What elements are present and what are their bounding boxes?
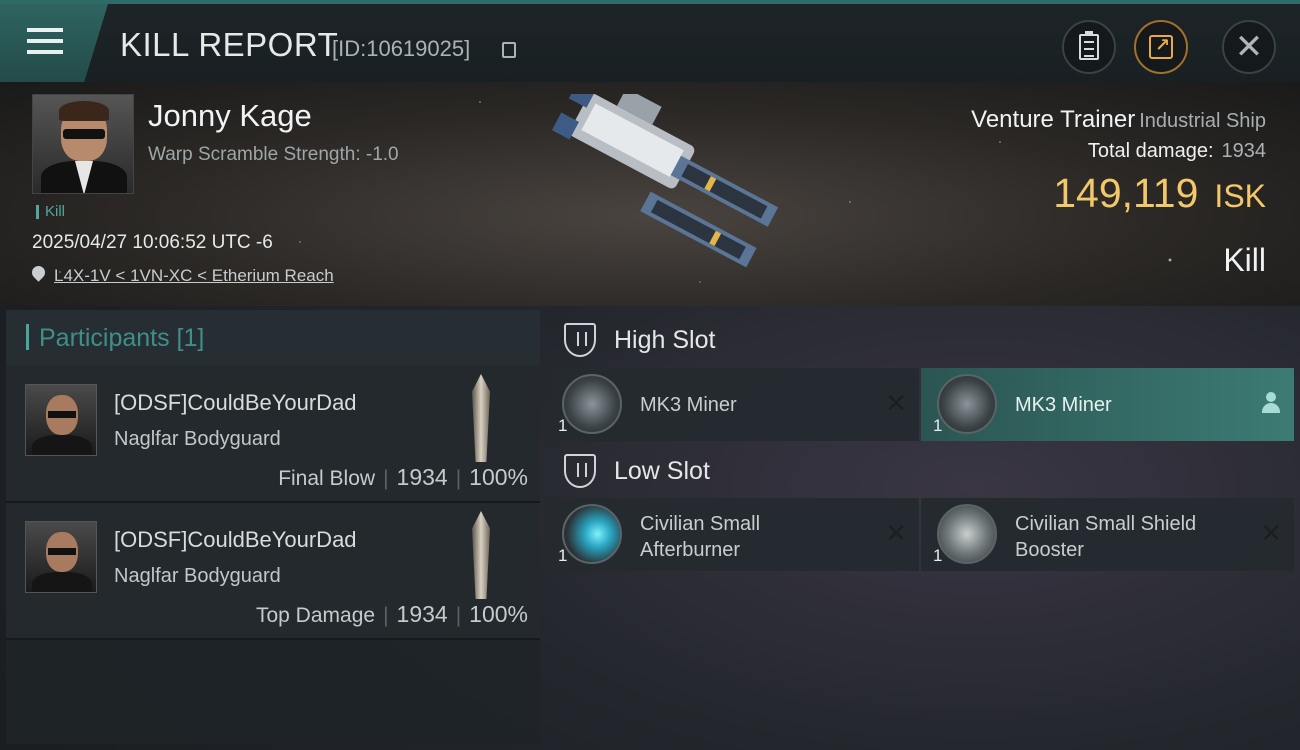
participant-ship-icon xyxy=(472,511,490,599)
destroyed-icon: ✕ xyxy=(885,518,907,548)
clipboard-icon xyxy=(1079,31,1099,60)
victim-ship[interactable]: Venture Trainer Industrial Ship xyxy=(971,106,1266,134)
participant-stats: Top Damage | 1934 | 100% xyxy=(255,601,528,627)
warp-scramble-strength: Warp Scramble Strength: -1.0 xyxy=(148,144,399,165)
destroyed-icon: ✕ xyxy=(885,388,907,418)
module-slot-low-1[interactable]: 1 Civilian Small Afterburner ✕ xyxy=(546,498,919,571)
module-quantity: 1 xyxy=(933,416,943,435)
participant-role: Final Blow xyxy=(278,467,376,490)
module-quantity: 1 xyxy=(933,546,943,565)
module-name: Civilian Small Shield Booster xyxy=(1015,511,1196,563)
module-name-line1: Civilian Small Shield xyxy=(1015,513,1197,535)
menu-button[interactable] xyxy=(0,4,108,82)
isk-unit: ISK xyxy=(1214,178,1266,214)
participant-damage: 1934 xyxy=(396,601,448,627)
participant-avatar[interactable] xyxy=(25,521,97,593)
shield-booster-icon xyxy=(937,504,997,564)
module-slot-high-1[interactable]: 1 MK3 Miner ✕ xyxy=(546,368,919,441)
module-name: MK3 Miner xyxy=(1015,394,1112,416)
result-label: Kill xyxy=(1223,242,1266,278)
kill-report-window: KILL REPORT [ID:10619025] ✕ Jonny Kage W… xyxy=(0,0,1300,750)
participant-stats: Final Blow | 1934 | 100% xyxy=(278,464,528,490)
victim-avatar[interactable] xyxy=(32,94,134,194)
module-name-line2: Afterburner xyxy=(640,539,741,561)
kill-datetime: 2025/04/27 10:06:52 UTC -6 xyxy=(32,232,273,253)
page-title: KILL REPORT xyxy=(120,26,339,63)
participant-name: [ODSF]CouldBeYourDad xyxy=(114,390,357,415)
victim-panel: Jonny Kage Warp Scramble Strength: -1.0 … xyxy=(0,82,1300,306)
person-icon xyxy=(1262,392,1280,414)
victim-ship-class: Industrial Ship xyxy=(1139,110,1266,132)
module-name: MK3 Miner xyxy=(640,394,737,416)
participants-title: Participants [1] xyxy=(39,324,205,352)
high-slot-icon xyxy=(564,323,596,357)
close-icon: ✕ xyxy=(1234,28,1264,66)
module-slot-high-2[interactable]: 1 MK3 Miner xyxy=(921,368,1294,441)
header-bar: KILL REPORT [ID:10619025] ✕ xyxy=(0,0,1300,82)
module-name-line2: Booster xyxy=(1015,539,1084,561)
miner-icon xyxy=(937,374,997,434)
isk-value: 149,119 ISK xyxy=(1053,170,1266,217)
export-icon xyxy=(1149,35,1173,59)
high-slot-title: High Slot xyxy=(614,325,716,354)
participant-role: Top Damage xyxy=(255,604,376,627)
hamburger-icon xyxy=(27,28,63,61)
afterburner-icon xyxy=(562,504,622,564)
participant-ship: Naglfar Bodyguard xyxy=(114,565,281,587)
victim-ship-name: Venture Trainer xyxy=(971,106,1136,133)
participants-panel: Participants [1] [ODSF]CouldBeYourDad Na… xyxy=(6,310,540,744)
participant-ship-icon xyxy=(472,374,490,462)
destroyed-icon: ✕ xyxy=(1260,518,1282,548)
participant-damage: 1934 xyxy=(396,464,448,490)
close-button[interactable]: ✕ xyxy=(1222,20,1276,74)
location-link[interactable]: L4X-1V < 1VN-XC < Etherium Reach xyxy=(54,266,334,286)
participant-percent: 100% xyxy=(469,464,528,490)
participant-percent: 100% xyxy=(469,601,528,627)
participant-avatar[interactable] xyxy=(25,384,97,456)
participant-row[interactable]: [ODSF]CouldBeYourDad Naglfar Bodyguard T… xyxy=(6,503,540,640)
miner-icon xyxy=(562,374,622,434)
module-name-line1: Civilian Small xyxy=(640,513,761,535)
low-slot-title: Low Slot xyxy=(614,456,710,485)
total-damage-label: Total damage: xyxy=(1087,140,1214,162)
low-slot-icon xyxy=(564,454,596,488)
module-name: Civilian Small Afterburner xyxy=(640,511,760,563)
ship-render xyxy=(551,94,779,268)
participant-name: [ODSF]CouldBeYourDad xyxy=(114,527,357,552)
module-slot-low-2[interactable]: 1 Civilian Small Shield Booster ✕ xyxy=(921,498,1294,571)
participant-ship: Naglfar Bodyguard xyxy=(114,428,281,450)
module-quantity: 1 xyxy=(558,416,568,435)
participant-row[interactable]: [ODSF]CouldBeYourDad Naglfar Bodyguard F… xyxy=(6,366,540,503)
report-id: [ID:10619025] xyxy=(332,36,471,61)
module-quantity: 1 xyxy=(558,546,568,565)
kill-tag: Kill xyxy=(36,204,65,219)
total-damage-value: 1934 xyxy=(1221,140,1267,162)
participants-header: Participants [1] xyxy=(6,310,540,366)
low-slot-header: Low Slot xyxy=(546,443,1294,499)
total-damage: Total damage: 1934 xyxy=(1088,140,1266,163)
clipboard-button[interactable] xyxy=(1062,20,1116,74)
share-button[interactable] xyxy=(1134,20,1188,74)
copy-icon[interactable] xyxy=(502,42,516,58)
isk-amount: 149,119 xyxy=(1053,170,1199,216)
high-slot-header: High Slot xyxy=(546,312,1294,368)
victim-name[interactable]: Jonny Kage xyxy=(148,98,312,134)
